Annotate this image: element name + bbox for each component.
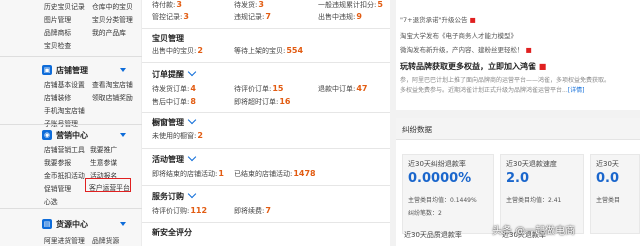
stat-item[interactable]: 待发货:3 [234, 0, 264, 10]
announcement-panel: "7+退货承诺"升级公告 ■ 淘宝大学发布《电子商务人才能力模型》 微淘发布新升… [396, 0, 640, 110]
stat-item[interactable]: 即将结束的店铺活动:1 [152, 169, 224, 179]
sidebar-link[interactable]: 促销管理 [44, 183, 71, 193]
sidebar-link[interactable]: 历史宝贝记录 [44, 1, 85, 11]
service-order-title[interactable]: 服务订购 [152, 189, 197, 202]
sidebar-link[interactable]: 仓库中的宝贝 [92, 1, 133, 11]
baby-management-title[interactable]: 宝贝管理 [152, 33, 184, 44]
metric-label: 近30天退款速度 [506, 160, 557, 168]
stat-item[interactable]: 一般违规累计扣分:5 [318, 0, 383, 10]
stat-item[interactable]: 待付款:3 [152, 0, 182, 10]
hot-flag-icon: ■ [525, 46, 532, 54]
supply-icon: ▤ [42, 219, 52, 229]
shop-section-title[interactable]: 店铺管理 [56, 65, 88, 76]
section-divider [142, 28, 390, 29]
supply-section-title[interactable]: 货源中心 [56, 219, 88, 230]
metric-subtext: 主营类目均值：2.41 [506, 197, 562, 204]
sidebar-link[interactable]: 店铺营销工具 [44, 144, 85, 154]
stat-item[interactable]: 即将超时订单:16 [234, 97, 291, 107]
stat-item[interactable]: 待评价订单:15 [234, 84, 284, 94]
announcement-item[interactable]: 淘宝大学发布《电子商务人才能力模型》 [400, 30, 517, 40]
section-divider [142, 185, 390, 186]
sidebar-divider [0, 124, 142, 125]
window-management-title[interactable]: 橱窗管理 [152, 115, 197, 128]
sidebar-link[interactable]: 图片管理 [44, 14, 71, 24]
sidebar-link[interactable]: 查看淘宝店铺 [92, 79, 133, 89]
metric-label: 近30天 [596, 160, 619, 168]
chevron-down-icon[interactable] [187, 115, 197, 125]
stat-item[interactable]: 违规记录:7 [234, 12, 271, 22]
sidebar-link[interactable]: 品牌商标 [44, 27, 71, 37]
metric-value: 0.0 [596, 171, 620, 186]
chevron-down-icon[interactable] [120, 68, 126, 72]
sidebar-link[interactable]: 店铺基本设置 [44, 79, 85, 89]
stat-item[interactable]: 售后中订单:8 [152, 97, 196, 107]
stat-item[interactable]: 未使用的橱窗:2 [152, 131, 203, 141]
headline-link[interactable]: 玩转品牌获取更多权益，立即加入鸿雀 ■ [400, 61, 546, 72]
details-link[interactable]: [详情] [568, 87, 585, 94]
dispute-data-title: 纠纷数据 [396, 118, 640, 140]
chevron-down-icon[interactable] [187, 189, 197, 199]
headline-description: 多权益免费参与。近期鸿雀计划正式升级为品牌鸿雀运营平台...[详情] [400, 87, 585, 94]
metric-value: 0.0000% [408, 171, 472, 186]
sidebar-divider [0, 208, 142, 209]
sidebar-link[interactable]: 我的产品库 [92, 27, 126, 37]
announcement-item[interactable]: "7+退货承诺"升级公告 ■ [400, 14, 476, 24]
announcement-item[interactable]: 微淘发布新升级，产内容、建粉丝更轻松！ ■ [400, 44, 532, 54]
sidebar-link[interactable]: 我要推广 [90, 144, 117, 154]
chevron-down-icon[interactable] [187, 152, 197, 162]
stat-item[interactable]: 即将续费:7 [234, 206, 271, 216]
right-panel: "7+退货承诺"升级公告 ■ 淘宝大学发布《电子商务人才能力模型》 微淘发布新升… [390, 0, 640, 246]
stat-item[interactable]: 待评价订购:112 [152, 206, 207, 216]
section-divider [142, 222, 390, 223]
stat-item[interactable]: 等待上架的宝贝:554 [234, 46, 303, 56]
metric-card[interactable]: 近30天 0.0 主营类目 [590, 154, 640, 234]
stat-item[interactable]: 管控记录:3 [152, 12, 189, 22]
metric-subtext: 纠纷笔数：2 [408, 210, 442, 217]
dashboard-panel: 待付款:3 待发货:3 一般违规累计扣分:5 管控记录:3 违规记录:7 出售中… [142, 0, 390, 246]
metric-subtext: 主营类目均值：0.1449% [408, 197, 477, 204]
stat-item[interactable]: 退款中订单:47 [318, 84, 368, 94]
stat-item[interactable]: 出售中的宝贝:2 [152, 46, 203, 56]
sidebar-link[interactable]: 宝贝检查 [44, 40, 71, 50]
sidebar-link[interactable]: 子账号管理 [44, 118, 78, 128]
section-divider [142, 62, 390, 63]
sidebar-link[interactable]: 金币抵扣活动 [44, 170, 85, 180]
section-divider [142, 148, 390, 149]
store-icon: ▣ [42, 65, 52, 75]
section-divider [142, 112, 390, 113]
new-safety-score-title[interactable]: 新安全评分 [152, 227, 192, 238]
sidebar-link[interactable]: 品牌货源 [92, 235, 119, 245]
sidebar-link[interactable]: 心选 [44, 196, 58, 206]
sidebar-link[interactable]: 我要参报 [44, 157, 71, 167]
metric-subtext: 主营类目 [596, 197, 621, 204]
sidebar-divider [0, 56, 142, 57]
stat-item[interactable]: 出售中违规:9 [318, 12, 362, 22]
stat-item[interactable]: 待发货订单:4 [152, 84, 196, 94]
highlight-annotation-box [85, 178, 131, 192]
headline-description: 参，阿里巴巴计划上推了面向品牌商的运营平台——鸿雀，多项权益免费获取。 [400, 77, 611, 84]
metric-label: 近30天纠纷退款率 [408, 160, 466, 168]
sidebar-link[interactable]: 手机淘宝店铺 [44, 105, 85, 115]
order-reminder-title[interactable]: 订单提醒 [152, 67, 197, 80]
sidebar-link[interactable]: 领取店铺奖励 [92, 92, 133, 102]
activity-management-title[interactable]: 活动管理 [152, 152, 197, 165]
chevron-down-icon[interactable] [187, 67, 197, 77]
metric-label[interactable]: 近30天品质退款率 [404, 230, 488, 240]
watermark: 头条 @一起做电商 [492, 226, 576, 237]
sidebar-link[interactable]: 店铺装修 [44, 92, 71, 102]
marketing-icon: ◉ [42, 130, 52, 140]
hot-flag-icon: ■ [469, 16, 476, 24]
marketing-section-title[interactable]: 营销中心 [56, 130, 88, 141]
sidebar-link[interactable]: 生意参谋 [90, 157, 117, 167]
chevron-down-icon[interactable] [120, 222, 126, 226]
chevron-down-icon[interactable] [120, 133, 126, 137]
metric-card[interactable]: 近30天纠纷退款率 0.0000% 主营类目均值：0.1449% 纠纷笔数：2 [402, 154, 494, 234]
sidebar-link[interactable]: 阿里进货管理 [44, 235, 85, 245]
sidebar: 历史宝贝记录 仓库中的宝贝 图片管理 宝贝分类管理 品牌商标 我的产品库 宝贝检… [0, 0, 142, 246]
metric-value: 2.0 [506, 171, 530, 186]
hot-flag-icon: ■ [538, 62, 547, 71]
sidebar-link[interactable]: 宝贝分类管理 [92, 14, 133, 24]
stat-item[interactable]: 已结束的店铺活动:1478 [234, 169, 316, 179]
